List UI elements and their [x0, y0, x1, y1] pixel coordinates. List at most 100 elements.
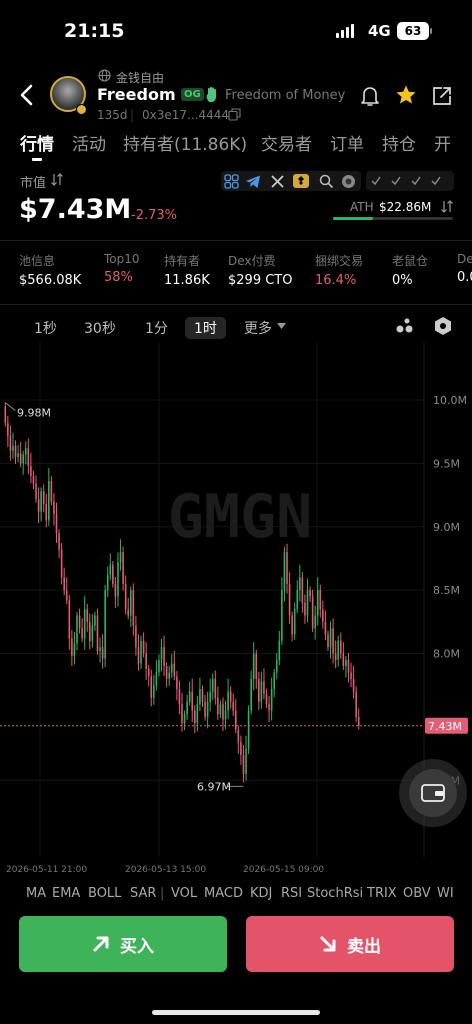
candle-body: [30, 465, 32, 477]
sell-button[interactable]: 卖出: [246, 916, 454, 972]
ind-kdj[interactable]: KDJ: [250, 886, 272, 901]
candle-body: [112, 564, 114, 584]
candle-body: [96, 615, 99, 652]
stat-insiders[interactable]: 老鼠仓 0%: [392, 252, 428, 288]
candle-body: [27, 448, 30, 466]
candle-body: [293, 609, 296, 635]
sort-icon[interactable]: [50, 173, 64, 186]
candle-body: [275, 659, 278, 673]
bell-icon[interactable]: [360, 85, 380, 107]
candle-body: [347, 659, 350, 673]
tab-activity[interactable]: 活动: [72, 130, 106, 155]
ind-rsi[interactable]: RSI: [281, 886, 302, 901]
candle-body: [288, 583, 291, 616]
candle-body: [345, 659, 347, 667]
candle-body: [324, 621, 327, 635]
candle-body: [183, 714, 186, 724]
copy-icon[interactable]: [228, 108, 241, 121]
stats-row: 池信息 $566.08K Top10 58% 持有者 11.86K Dex付费 $299…: [0, 252, 472, 296]
stat-pool[interactable]: 池信息 $566.08K: [19, 252, 81, 288]
tf-more[interactable]: 更多: [244, 318, 272, 338]
clock: 21:15: [64, 20, 125, 42]
candle-body: [245, 748, 247, 774]
candle-body: [48, 481, 50, 521]
candle-body: [240, 742, 242, 755]
ind-wi[interactable]: WI: [437, 886, 454, 901]
tab-holders[interactable]: 持有者(11.86K): [123, 130, 247, 155]
ind-ma[interactable]: MA: [26, 886, 46, 901]
x-tick-label: 2026-05-13 15:00: [125, 865, 206, 875]
token-full-name: Freedom of Money: [225, 88, 346, 103]
ind-sar[interactable]: SAR: [130, 886, 156, 901]
candle-body: [311, 596, 314, 629]
candle-body: [9, 435, 12, 451]
share-icon[interactable]: [432, 86, 452, 106]
binance-icon[interactable]: [292, 173, 310, 189]
home-indicator: [152, 1010, 320, 1015]
stat-top10[interactable]: Top10 58%: [104, 252, 140, 285]
tf-1s[interactable]: 1秒: [34, 318, 57, 338]
security-checks[interactable]: [366, 171, 454, 191]
stat-dex-paid[interactable]: Dex付费 $299 CTO: [228, 252, 292, 288]
telegram-icon[interactable]: [245, 174, 261, 189]
candle-body: [83, 609, 86, 639]
candle-body: [350, 672, 352, 679]
stat-value: $566.08K: [19, 273, 82, 288]
star-icon[interactable]: [395, 84, 417, 106]
stat-value: 16.4%: [315, 273, 357, 288]
search-icon[interactable]: [319, 174, 334, 189]
candle-body: [296, 590, 299, 610]
x-icon[interactable]: [270, 174, 285, 189]
ind-obv[interactable]: OBV: [403, 886, 431, 901]
candle-body: [304, 602, 306, 616]
candle-body: [211, 678, 214, 692]
tf-30s[interactable]: 30秒: [84, 318, 116, 338]
tf-1h[interactable]: 1时: [185, 317, 226, 339]
candle-body: [142, 640, 145, 654]
stat-dev[interactable]: De 0.0: [457, 252, 472, 285]
settings-icon[interactable]: [433, 316, 453, 336]
tab-orders[interactable]: 订单: [330, 130, 364, 155]
globe-icon: [98, 69, 111, 82]
tf-1m[interactable]: 1分: [145, 318, 168, 338]
ath-progress-track: [333, 217, 453, 220]
stat-label: 持有者: [164, 254, 201, 268]
battery-cap: [430, 28, 432, 34]
ind-stochrsi[interactable]: StochRsi: [307, 886, 363, 901]
buy-button[interactable]: 买入: [19, 916, 227, 972]
tab-open[interactable]: 开: [434, 130, 451, 155]
tab-market[interactable]: 行情: [20, 130, 54, 155]
ind-boll[interactable]: BOLL: [88, 886, 121, 901]
drawing-tools-icon[interactable]: [395, 317, 415, 335]
og-badge: OG: [181, 88, 204, 101]
check-icons: [371, 176, 441, 186]
candle-body: [181, 704, 183, 724]
candle-body: [45, 503, 48, 521]
candle-body: [322, 609, 324, 622]
arrow-up-right-icon: [93, 936, 109, 952]
candle-body: [147, 668, 150, 677]
tab-traders[interactable]: 交易者: [261, 130, 312, 155]
tab-positions[interactable]: 持仓: [382, 130, 416, 155]
ind-vol[interactable]: VOL: [171, 886, 197, 901]
ind-trix[interactable]: TRIX: [367, 886, 397, 901]
camera-icon[interactable]: [341, 174, 356, 189]
ind-macd[interactable]: MACD: [204, 886, 243, 901]
stat-bundle[interactable]: 捆绑交易 16.4%: [315, 252, 363, 288]
ind-ema[interactable]: EMA: [52, 886, 80, 901]
candle-body: [309, 590, 311, 597]
toggle-icon[interactable]: [440, 200, 454, 213]
candle-body: [37, 498, 40, 512]
wallet-float-button[interactable]: [399, 759, 467, 827]
timeframe-bar: 1秒 30秒 1分 1时 更多: [0, 312, 472, 342]
hand-icon: [206, 86, 216, 102]
ath-label: ATH: [350, 200, 374, 214]
candle-body: [129, 590, 132, 616]
grid-icon[interactable]: [224, 174, 239, 189]
x-tick-label: 2026-05-15 09:00: [243, 865, 324, 875]
stat-holders[interactable]: 持有者 11.86K: [164, 252, 210, 288]
token-address[interactable]: 0x3e17...4444: [142, 108, 229, 122]
candle-body: [81, 628, 83, 639]
candle-body: [168, 672, 170, 679]
back-icon[interactable]: [18, 84, 36, 106]
